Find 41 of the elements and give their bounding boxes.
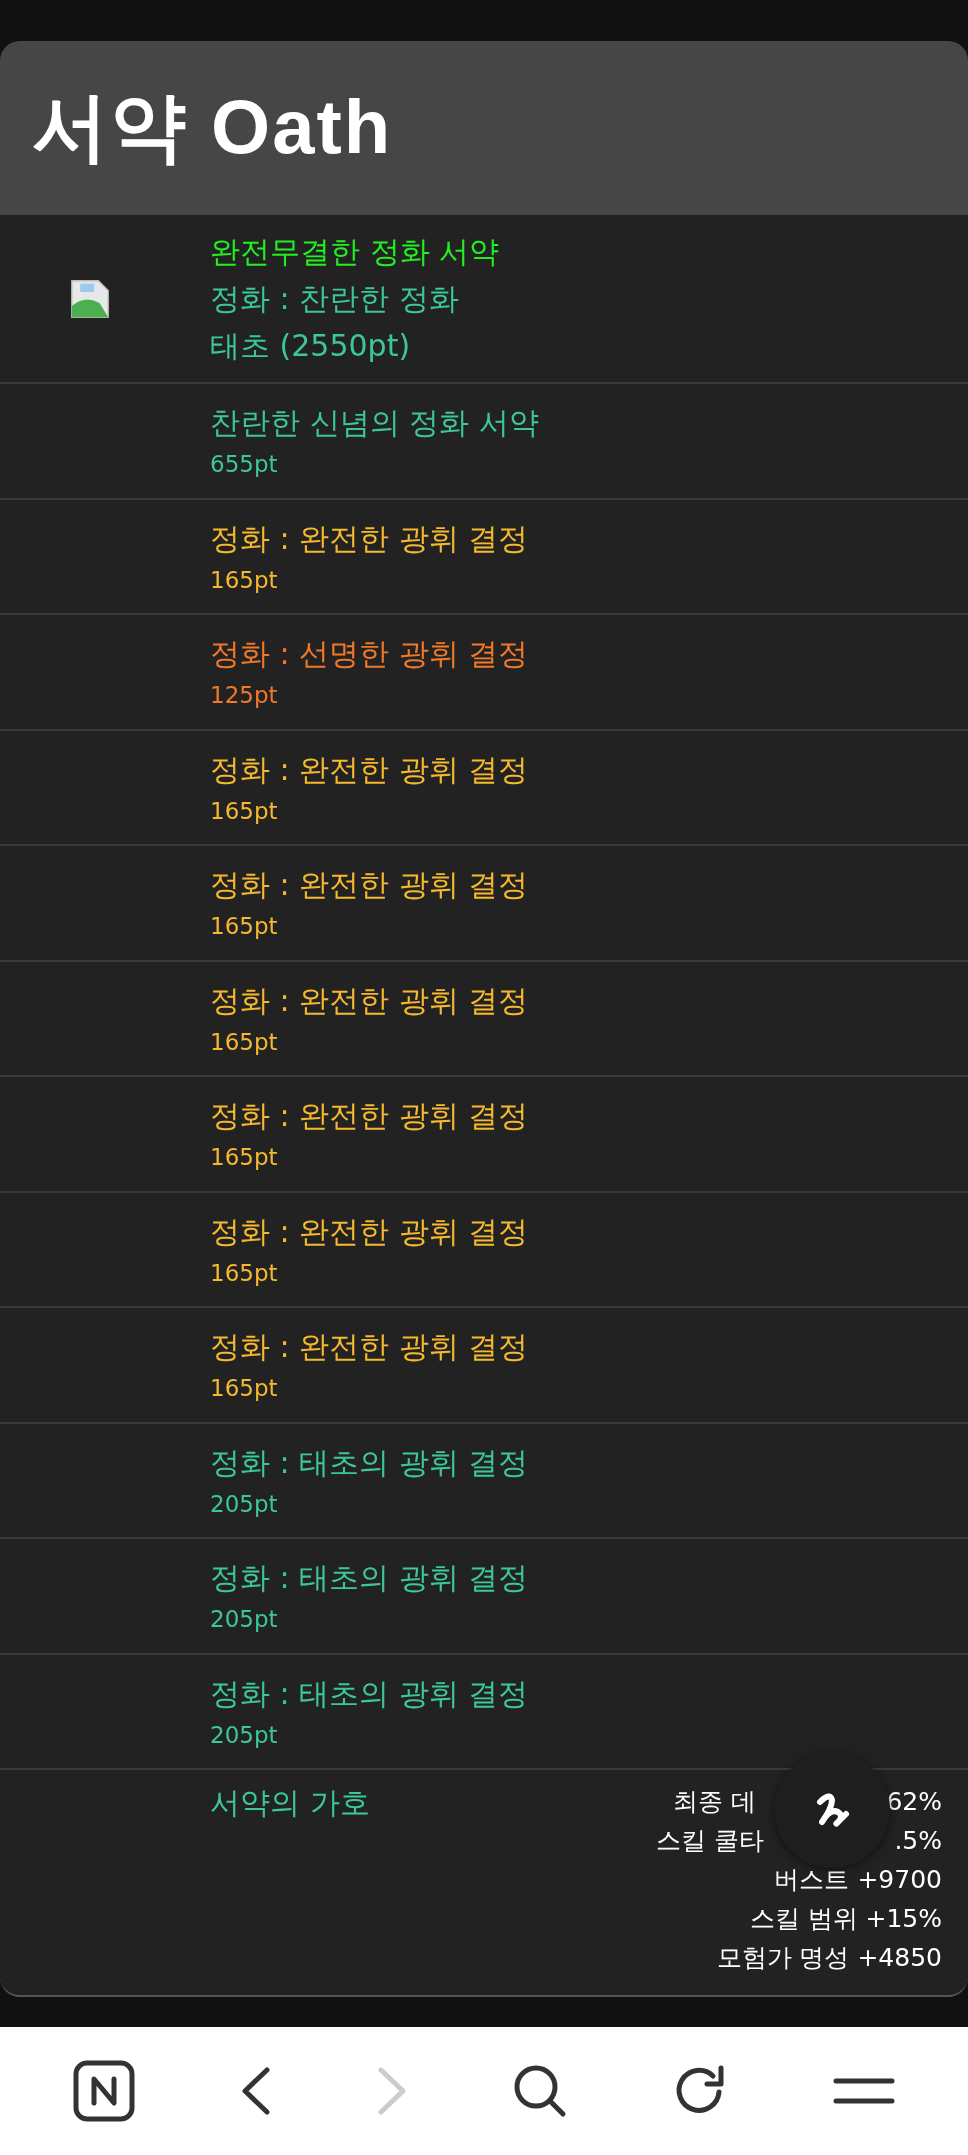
broken-image-icon	[69, 277, 111, 320]
item-points: 165pt	[210, 912, 279, 942]
stat-text: 최종 데	[673, 1786, 757, 1818]
item-points: 165pt	[210, 796, 279, 826]
stat-text: 버스트 +9700	[774, 1864, 942, 1896]
item-name: 정화 : 태초의 광휘 결정	[210, 1559, 529, 1598]
page-title: 서약 Oath	[32, 82, 393, 171]
item-name: 정화 : 태초의 광휘 결정	[210, 1674, 529, 1713]
item-points: 655pt	[210, 450, 279, 480]
item-name: 찬란한 신념의 정화 서약	[210, 404, 539, 443]
stat-text: 모험가 명성 +4850	[716, 1942, 942, 1974]
item-name: 정화 : 태초의 광휘 결정	[210, 1443, 529, 1482]
item-points: 165pt	[210, 1027, 279, 1057]
back-icon[interactable]	[241, 2067, 271, 2115]
item-name: 정화 : 완전한 광휘 결정	[210, 981, 529, 1020]
oath-line: 태초 (2550pt)	[210, 327, 412, 365]
item-points: 165pt	[210, 1258, 279, 1288]
item-points: 205pt	[210, 1489, 279, 1519]
item-points: 165pt	[210, 565, 279, 595]
home-icon[interactable]	[73, 2060, 135, 2122]
item-name: 정화 : 완전한 광휘 결정	[210, 1097, 529, 1136]
stat-value: .5%	[894, 1825, 942, 1857]
item-points: 205pt	[210, 1605, 279, 1635]
item-name: 정화 : 완전한 광휘 결정	[210, 1212, 529, 1251]
blessing-name: 서약의 가호	[210, 1784, 371, 1822]
stat-value: 62%	[886, 1786, 942, 1818]
item-points: 165pt	[210, 1143, 279, 1173]
stat-text: 스킬 범위 +15%	[749, 1903, 942, 1935]
oath-line: 완전무결한 정화 서약	[210, 233, 500, 271]
item-name: 정화 : 완전한 광휘 결정	[210, 519, 529, 558]
menu-icon[interactable]	[833, 2076, 895, 2106]
item-points: 205pt	[210, 1720, 279, 1750]
oath-line: 정화 : 찬란한 정화	[210, 280, 460, 318]
item-name: 정화 : 완전한 광휘 결정	[210, 750, 529, 789]
search-icon[interactable]	[513, 2064, 567, 2118]
item-points: 125pt	[210, 681, 279, 711]
stat-text: 스킬 쿨타	[656, 1825, 765, 1857]
item-points: 165pt	[210, 1374, 279, 1404]
item-name: 정화 : 완전한 광휘 결정	[210, 866, 529, 905]
item-name: 정화 : 완전한 광휘 결정	[210, 1328, 529, 1367]
item-name: 정화 : 선명한 광휘 결정	[210, 635, 529, 674]
